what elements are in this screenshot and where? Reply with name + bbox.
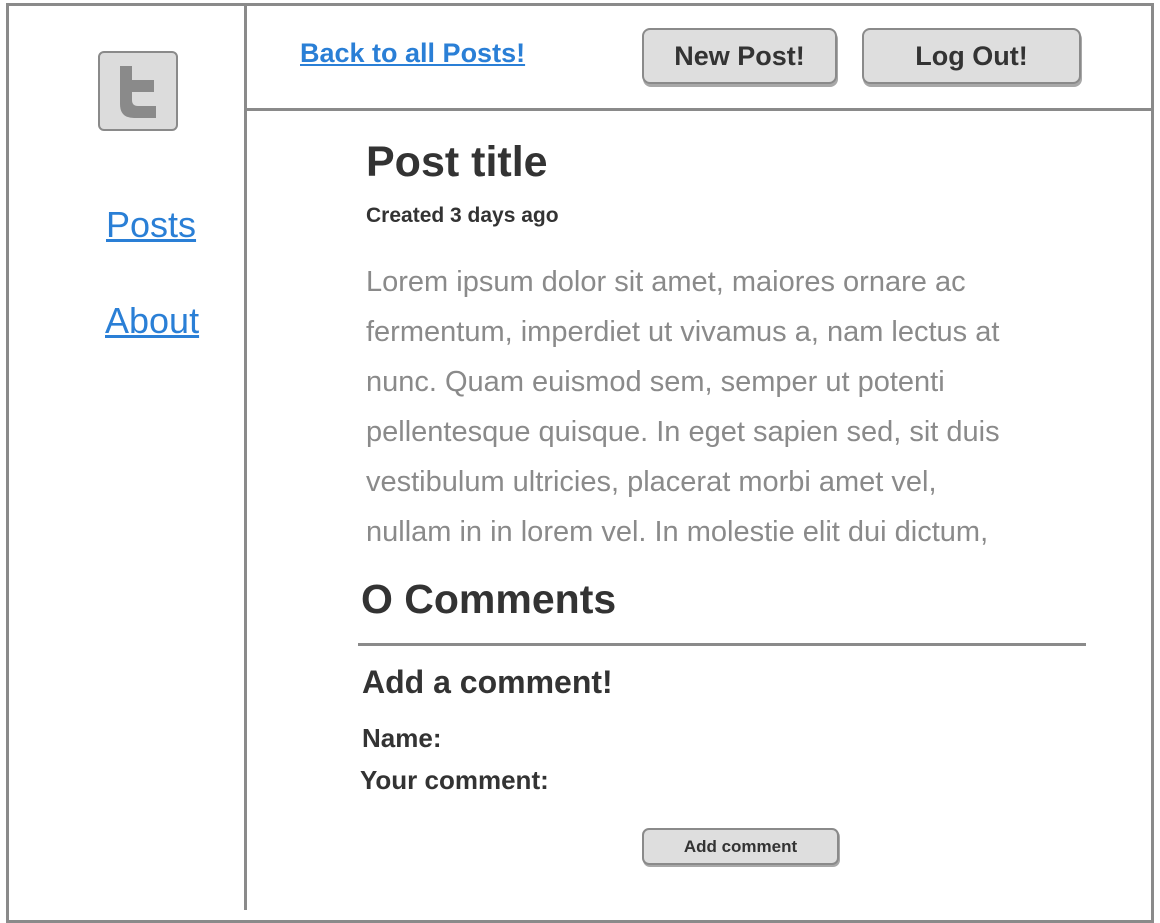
back-to-posts-link[interactable]: Back to all Posts! <box>300 38 525 69</box>
add-comment-button[interactable]: Add comment <box>642 828 839 865</box>
post-body-line: nunc. Quam euismod sem, semper ut potent… <box>366 366 945 398</box>
post-body-line: vestibulum ultricies, placerat morbi ame… <box>366 466 937 498</box>
post-body: Lorem ipsum dolor sit amet, maiores orna… <box>366 257 1126 557</box>
logout-button[interactable]: Log Out! <box>862 28 1081 84</box>
sidebar-divider <box>244 3 247 910</box>
twitter-t-icon[interactable] <box>98 51 178 131</box>
comments-count-heading: O Comments <box>361 576 617 622</box>
add-comment-heading: Add a comment! <box>362 664 613 700</box>
twitter-t-glyph <box>120 66 156 118</box>
comment-label: Your comment: <box>360 765 549 795</box>
name-label: Name: <box>362 723 442 753</box>
post-created-date: Created 3 days ago <box>366 204 559 227</box>
new-post-button[interactable]: New Post! <box>642 28 837 84</box>
post-title: Post title <box>366 138 548 186</box>
post-body-line: fermentum, imperdiet ut vivamus a, nam l… <box>366 316 1000 348</box>
comments-divider <box>358 643 1086 646</box>
header-divider <box>247 108 1154 111</box>
post-body-line: Lorem ipsum dolor sit amet, maiores orna… <box>366 266 966 298</box>
sidebar-link-about[interactable]: About <box>105 300 199 342</box>
sidebar-link-posts[interactable]: Posts <box>106 204 196 246</box>
post-body-line: nullam in in lorem vel. In molestie elit… <box>366 516 989 548</box>
post-body-line: pellentesque quisque. In eget sapien sed… <box>366 416 1000 448</box>
